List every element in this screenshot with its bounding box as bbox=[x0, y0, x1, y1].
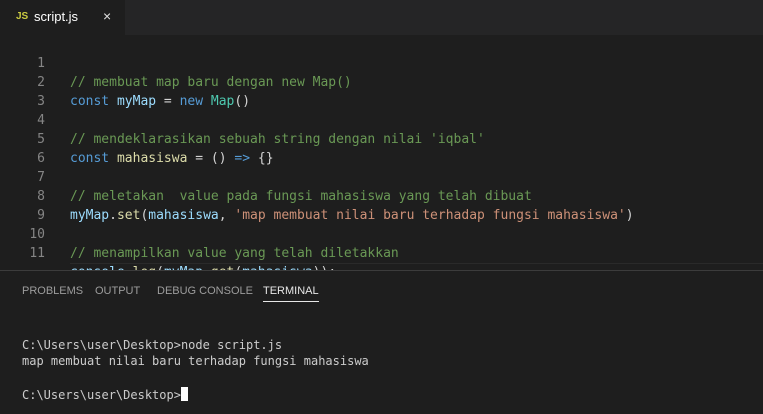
tab-bar: JS script.js × bbox=[0, 0, 763, 35]
code-line: 1 // membuat map baru dengan new Map() bbox=[0, 35, 763, 90]
tab-filename: script.js bbox=[34, 9, 79, 24]
code-line: 11 console.log(myMap.get(mahasiswa)); bbox=[0, 225, 763, 270]
line-number: 11 bbox=[29, 246, 45, 261]
code-editor[interactable]: 1 // membuat map baru dengan new Map() 2… bbox=[0, 35, 763, 270]
tab-debug-console[interactable]: DEBUG CONSOLE bbox=[157, 285, 253, 297]
tab-terminal[interactable]: TERMINAL bbox=[263, 285, 319, 302]
code-line: 2 const myMap = new Map() bbox=[0, 54, 763, 109]
tab-script-js[interactable]: JS script.js × bbox=[0, 0, 125, 35]
javascript-file-icon: JS bbox=[16, 11, 29, 22]
code-line: 3 bbox=[0, 73, 763, 109]
code-line: 4 // mendeklarasikan sebuah string denga… bbox=[0, 92, 763, 147]
code-line: 5 const mahasiswa = () => {} bbox=[0, 111, 763, 166]
close-icon[interactable]: × bbox=[103, 8, 111, 24]
tab-problems[interactable]: PROBLEMS bbox=[22, 285, 83, 297]
code-line: 6 bbox=[0, 130, 763, 166]
code-line: 7 // meletakan value pada fungsi mahasis… bbox=[0, 149, 763, 204]
code-line: 10 // menampilkan value yang telah dilet… bbox=[0, 206, 763, 261]
bottom-panel: PROBLEMS OUTPUT DEBUG CONSOLE TERMINAL C… bbox=[0, 270, 763, 414]
tab-output[interactable]: OUTPUT bbox=[95, 285, 140, 297]
terminal-cursor bbox=[180, 387, 188, 401]
code-line: 8 myMap.set(mahasiswa, 'map membuat nila… bbox=[0, 168, 763, 223]
terminal-command-line: C:\Users\user\Desktop>node script.js bbox=[22, 338, 283, 352]
comment: // menampilkan value yang telah diletakk… bbox=[70, 246, 399, 261]
code-line: 9 bbox=[0, 187, 763, 223]
terminal-prompt[interactable]: C:\Users\user\Desktop> bbox=[22, 387, 188, 403]
terminal-output-line: map membuat nilai baru terhadap fungsi m… bbox=[22, 354, 369, 368]
